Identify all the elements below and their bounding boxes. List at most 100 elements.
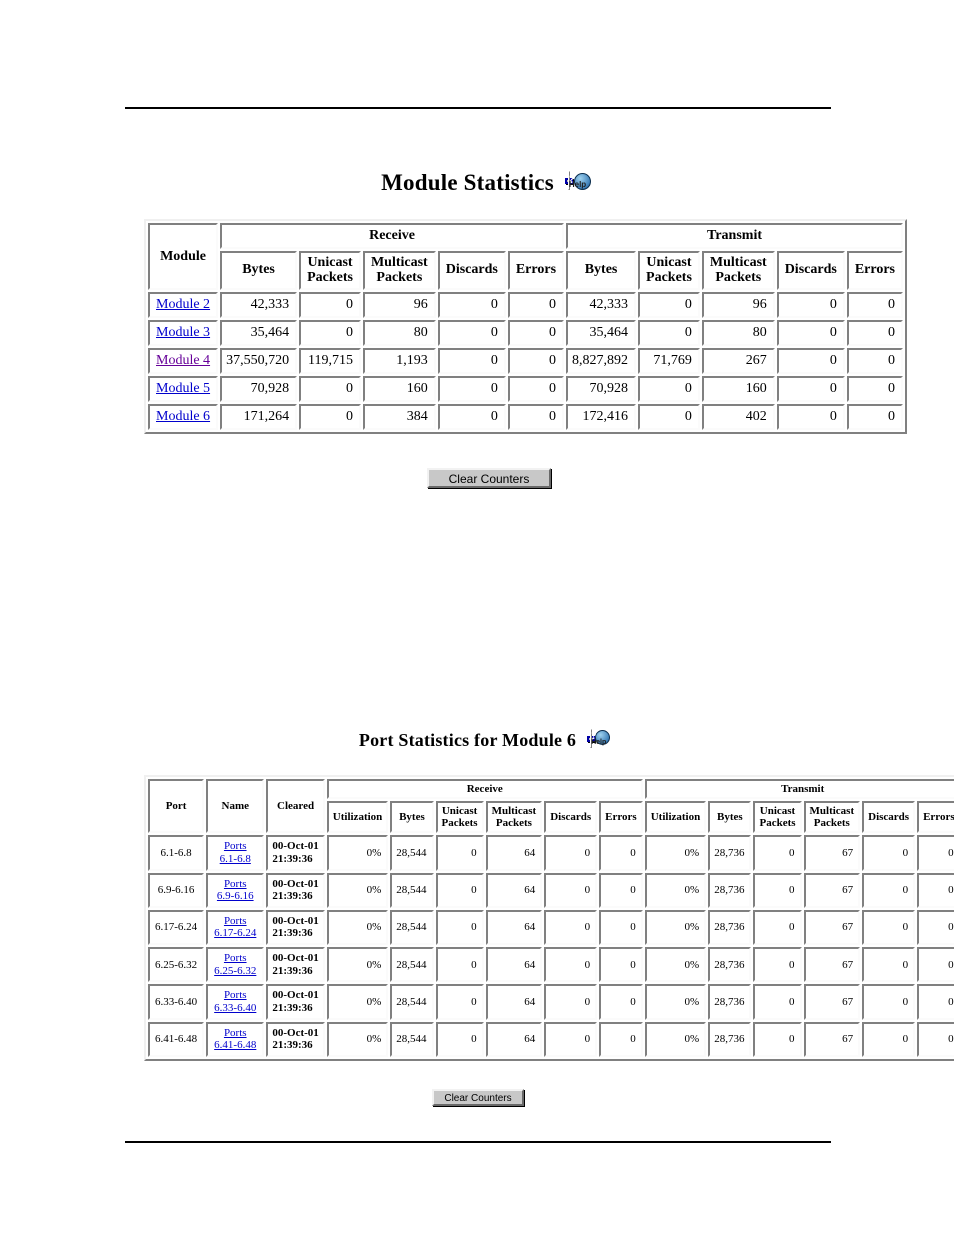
port-subheader-line1: Utilization (332, 811, 383, 824)
module-subheader-tx-discards-l1: Discards (784, 262, 837, 278)
clear-counters-button-ports[interactable]: Clear Counters (432, 1089, 524, 1106)
module-link[interactable]: Module 2 (156, 297, 210, 312)
module-stat-cell: 0 (507, 376, 565, 403)
module-stat-cell: 267 (701, 348, 775, 375)
module-subheader-tx-multicast-l2: Packets (715, 269, 762, 285)
cleared-timestamp-cell: 00-Oct-01 21:39:36 (266, 909, 325, 946)
module-stat-cell: 37,550,720 (220, 348, 298, 375)
module-name-cell: Module 5 (148, 376, 219, 403)
module-subheader-tx-bytes: Bytes (566, 251, 637, 291)
module-link[interactable]: Module 4 (156, 353, 210, 368)
port-stat-cell: 64 (485, 984, 543, 1020)
port-statistics-table: Port Name Cleared Receive Transmit Utili… (144, 775, 954, 1061)
module-stat-cell: 0 (776, 404, 845, 431)
footer-divider (125, 1141, 831, 1143)
port-stat-cell: 0 (862, 909, 916, 946)
cleared-time: 21:39:36 (272, 927, 313, 940)
port-subheader-11: Errors (917, 801, 954, 834)
port-stat-cell: 28,736 (708, 835, 752, 871)
help-icon-face: ?Help (567, 171, 591, 190)
port-stat-cell: 0 (544, 909, 598, 946)
module-stat-cell: 96 (701, 292, 775, 319)
port-table-body: 6.1-6.8 Ports 6.1-6.8 00-Oct-01 21:39:36 0% 28… (148, 835, 954, 1057)
module-name-cell: Module 3 (148, 320, 219, 347)
port-stat-cell: 67 (803, 984, 861, 1020)
module-stat-cell: 0 (507, 348, 565, 375)
port-stat-cell: 0 (753, 872, 802, 908)
header-divider (125, 107, 831, 109)
module-subheader-rx-discards-l1: Discards (445, 262, 498, 278)
table-row: Module 2 42,333 0 96 0 0 42,333 0 96 0 0 (148, 292, 903, 319)
clear-counters-button-modules[interactable]: Clear Counters (427, 468, 551, 488)
module-link[interactable]: Module 3 (156, 325, 210, 340)
module-subheader-rx-multicast-packets: Multicast Packets (362, 251, 436, 291)
port-subheader-9: Multicast Packets (803, 801, 861, 834)
module-subheader-tx-unicast-l1: Unicast (646, 255, 692, 270)
ports-link-line2: 6.25-6.32 (214, 964, 257, 977)
ports-link-line1: Ports (223, 952, 247, 965)
module-link[interactable]: Module 5 (156, 381, 210, 396)
port-statistics-title: Port Statistics for Module 6 (358, 730, 577, 750)
port-stat-cell: 0 (544, 1021, 598, 1057)
table-row: 6.17-6.24 Ports 6.17-6.24 00-Oct-01 21:39:36… (148, 909, 954, 946)
ports-link[interactable]: Ports 6.9-6.16 (217, 878, 254, 903)
port-stat-cell: 28,544 (390, 1021, 434, 1057)
ports-link[interactable]: Ports 6.33-6.40 (214, 989, 256, 1014)
port-subheader-line1: Unicast (441, 805, 478, 818)
module-subheader-tx-errors-l1: Errors (854, 262, 895, 278)
table-row: Module 6 171,264 0 384 0 0 172,416 0 402 0 0 (148, 404, 903, 431)
port-stat-cell: 67 (803, 1021, 861, 1057)
port-stat-cell: 0 (435, 1021, 484, 1057)
port-stat-cell: 64 (485, 872, 543, 908)
cleared-time: 21:39:36 (272, 1002, 313, 1015)
port-name-cell: Ports 6.25-6.32 (206, 947, 265, 983)
module-stat-cell: 0 (299, 320, 361, 347)
ports-link-line1: Ports (223, 989, 247, 1002)
port-stat-cell: 0 (917, 1021, 954, 1057)
ports-link[interactable]: Ports 6.1-6.8 (220, 840, 251, 865)
module-subheader-rx-errors: Errors (507, 251, 565, 291)
port-stat-cell: 28,736 (708, 947, 752, 983)
port-stat-cell: 67 (803, 909, 861, 946)
cleared-column-header: Cleared (266, 779, 325, 834)
port-subheader-7: Bytes (708, 801, 752, 834)
module-stat-cell: 0 (846, 320, 903, 347)
ports-link[interactable]: Ports 6.17-6.24 (214, 915, 256, 940)
cleared-date: 00-Oct-01 (272, 840, 319, 853)
port-subheader-line1: Utilization (650, 811, 701, 824)
port-stat-cell: 0 (917, 909, 954, 946)
table-row: 6.33-6.40 Ports 6.33-6.40 00-Oct-01 21:39:36… (148, 984, 954, 1020)
module-name-cell: Module 2 (148, 292, 219, 319)
help-icon-face: ?Help (590, 728, 611, 748)
port-subheader-line1: Errors (923, 811, 954, 824)
cleared-timestamp-cell: 00-Oct-01 21:39:36 (266, 835, 325, 871)
help-icon[interactable]: ?Help (564, 171, 591, 190)
table-row: 6.1-6.8 Ports 6.1-6.8 00-Oct-01 21:39:36 0% 28… (148, 835, 954, 871)
port-table-head: Port Name Cleared Receive Transmit Utili… (148, 779, 954, 834)
module-table-head: Module Receive Transmit Bytes Unicast Pac… (148, 223, 903, 291)
port-receive-group-header: Receive (326, 779, 643, 800)
module-link[interactable]: Module 6 (156, 409, 210, 424)
ports-link[interactable]: Ports 6.41-6.48 (214, 1027, 256, 1052)
module-stat-cell: 0 (776, 348, 845, 375)
port-stat-cell: 0% (326, 984, 389, 1020)
help-icon[interactable]: ?Help (587, 728, 611, 748)
table-row: Module 3 35,464 0 80 0 0 35,464 0 80 0 0 (148, 320, 903, 347)
cleared-time: 21:39:36 (272, 852, 313, 865)
ports-link-line1: Ports (223, 1026, 247, 1039)
name-column-header: Name (206, 779, 265, 834)
port-stat-cell: 0 (435, 872, 484, 908)
port-stat-cell: 0 (862, 835, 916, 871)
port-stat-cell: 67 (803, 835, 861, 871)
module-stat-cell: 1,193 (362, 348, 436, 375)
module-transmit-group-header: Transmit (566, 223, 903, 249)
cleared-timestamp-cell: 00-Oct-01 21:39:36 (266, 872, 325, 908)
port-statistics-heading: Port Statistics for Module 6 ?Help (0, 728, 954, 751)
module-stat-cell: 0 (776, 292, 845, 319)
port-stat-cell: 0% (644, 947, 707, 983)
port-range-cell: 6.9-6.16 (148, 872, 205, 908)
module-stat-cell: 0 (437, 376, 506, 403)
ports-link[interactable]: Ports 6.25-6.32 (214, 952, 256, 977)
port-subheader-line1: Multicast (491, 805, 537, 818)
module-stat-cell: 42,333 (220, 292, 298, 319)
